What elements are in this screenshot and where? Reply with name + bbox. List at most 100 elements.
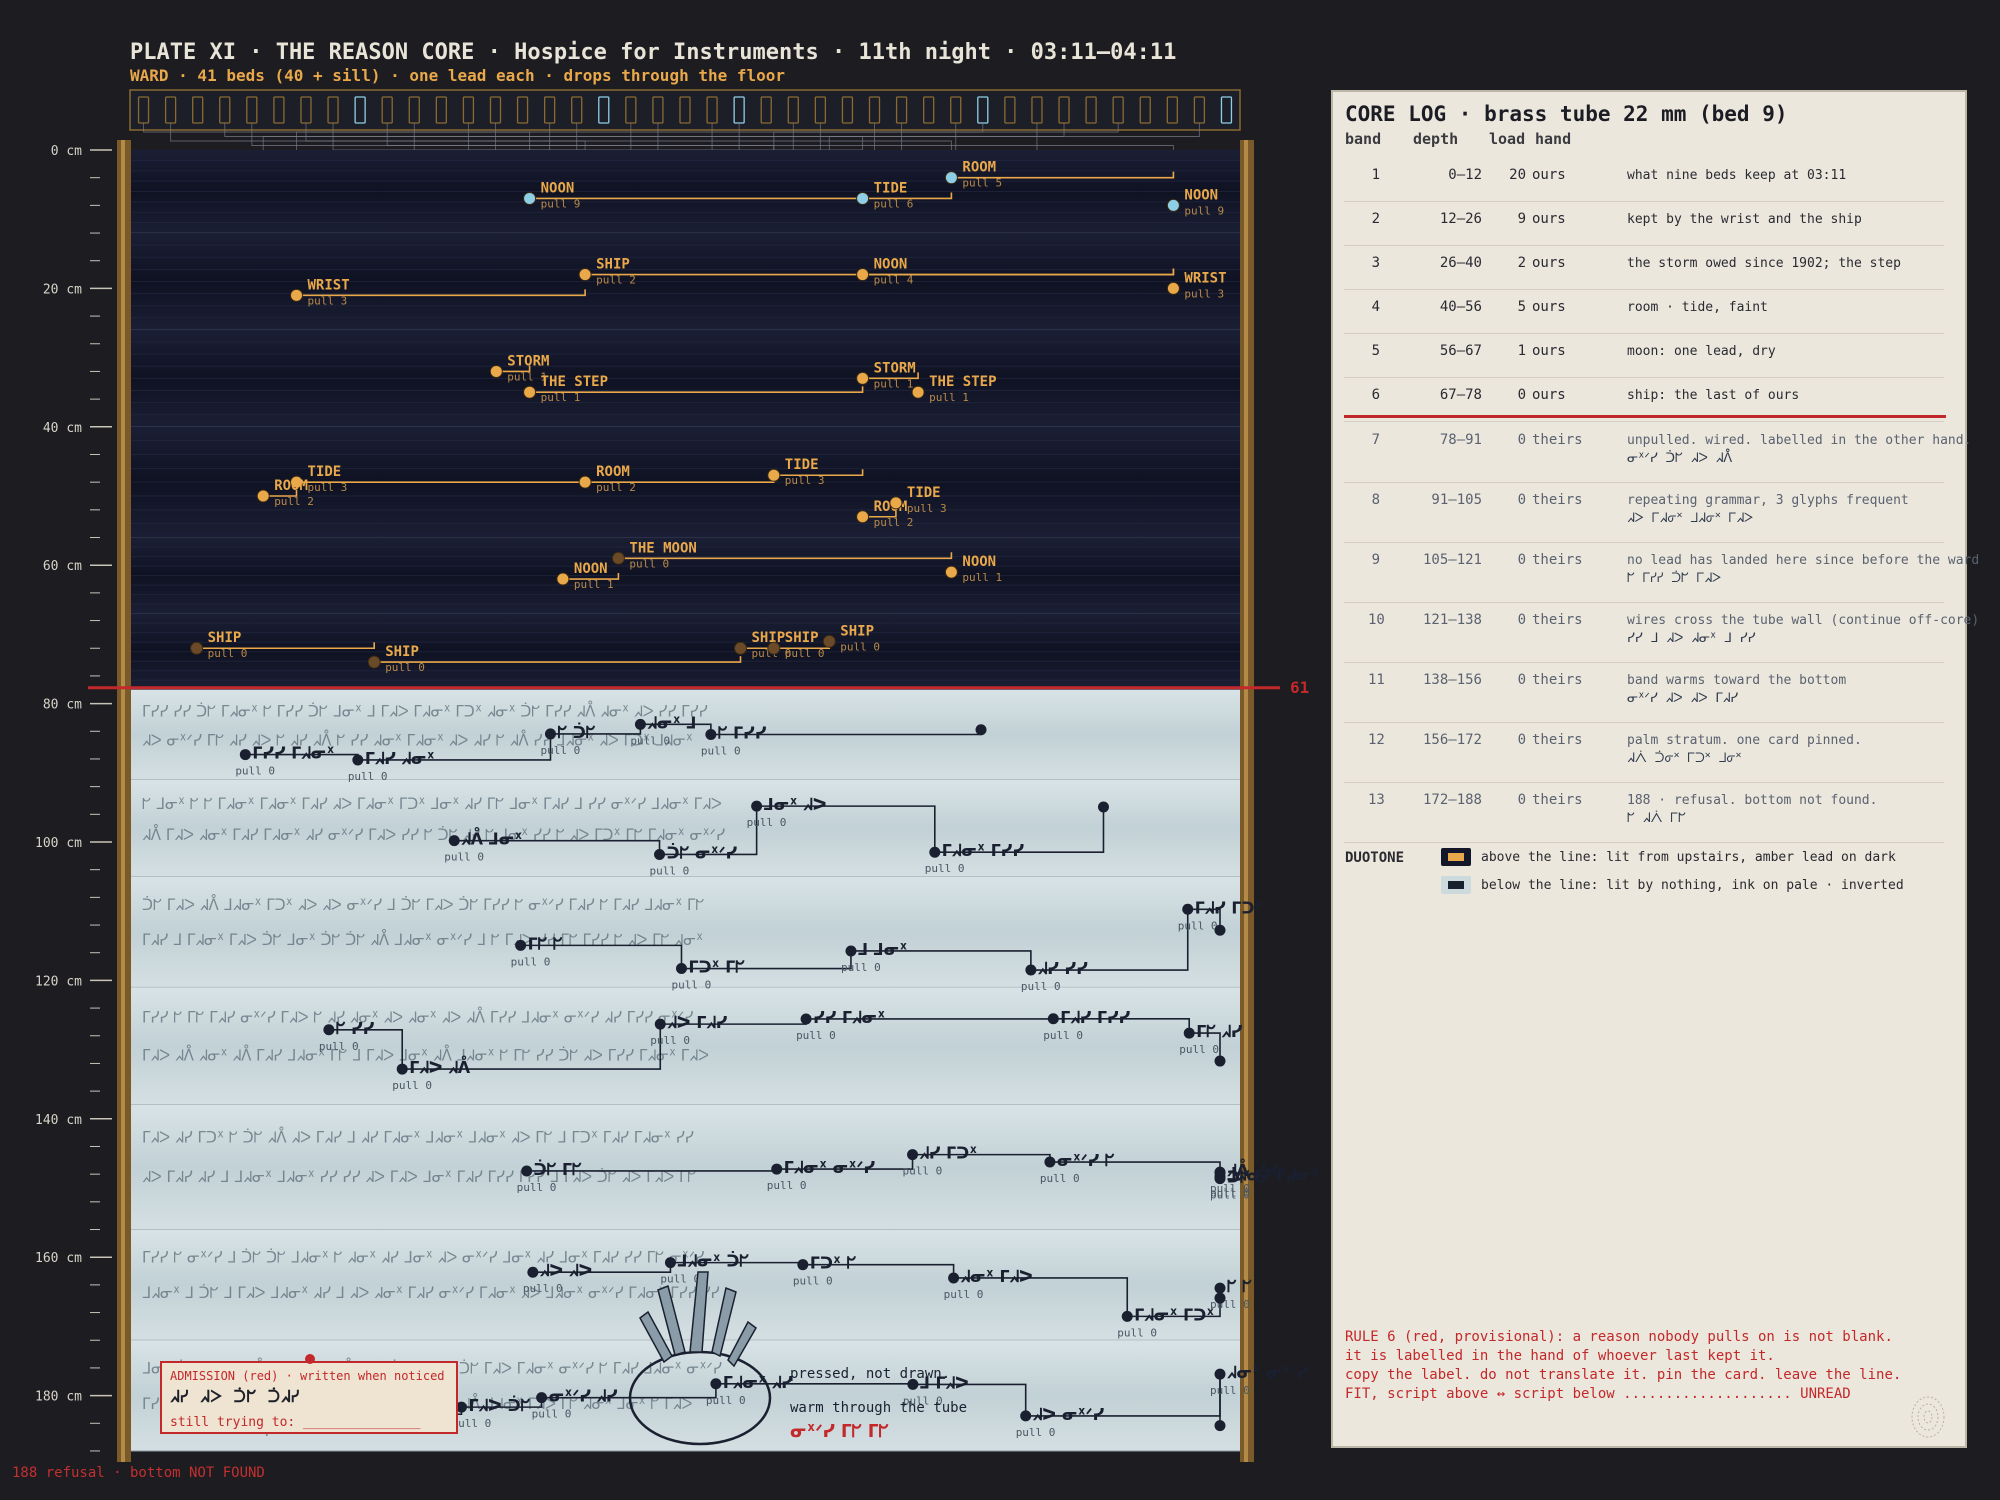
lead-pull: pull 0 (840, 640, 880, 653)
lead-word: THE STEP (541, 374, 608, 390)
log-cell-band: 6 (1371, 387, 1380, 403)
log-cell-load: 0 (1517, 732, 1526, 748)
glyph-node (527, 1266, 539, 1278)
glyph-label: ᖸ ᒥᓯᓯ (718, 724, 767, 743)
lead-dot (944, 171, 958, 185)
log-cell-depth: 26–40 (1439, 255, 1482, 271)
glyph-pull: pull 0 (517, 1181, 557, 1194)
background-glyph-row: ᒥᖽᐳ ᖽᓯ ᒥᑐᕽ ᖸ ᑑᖸ ᖽᐰ ᖽᐳ ᒥᖽᓯ ᒧ ᖽᓯ ᒥᖽᓂᕽ ᒧᖽᓂᕽ… (142, 1126, 694, 1146)
log-cell-band: 2 (1371, 211, 1380, 227)
lead-word: ROOM (962, 160, 996, 176)
glyph-node (1183, 1027, 1195, 1039)
log-cell-load: 9 (1517, 211, 1526, 227)
glyph-pull: pull 0 (392, 1079, 432, 1092)
lead-dot (856, 191, 870, 205)
glyph-node (1214, 1420, 1226, 1432)
lead-dot (523, 191, 537, 205)
lead-dot (367, 655, 381, 669)
fingerprint-smudge-icon (1911, 1396, 1945, 1438)
ward-frame (129, 89, 1241, 131)
log-cell-hand: ours (1532, 387, 1566, 403)
glyph-label: ᒥᖽᓂᕽ ᓂᕽᐟᓯ (784, 1158, 876, 1177)
lead-word: SHIP (840, 623, 874, 639)
glyph-node (654, 848, 666, 860)
glyph-node (751, 800, 763, 812)
glyph-label: ᒥᓯᓯ ᒥᖽᓂᕽ (252, 744, 334, 763)
lead-pull: pull 1 (874, 377, 914, 390)
lead-pull: pull 2 (596, 481, 636, 494)
glyph-node (705, 729, 717, 741)
lead-dot (767, 641, 781, 655)
admission-still-trying: still trying to: _______________ (170, 1415, 421, 1430)
glyph-label: ᒥᖽᐳ ᖽᐰ (409, 1055, 471, 1077)
log-cell-band: 10 (1368, 612, 1385, 628)
log-cell-depth: 12–26 (1439, 211, 1482, 227)
glyph-pull: pull 0 (511, 955, 551, 968)
lead-pull: pull 1 (541, 391, 581, 404)
log-cell-depth: 156–172 (1422, 732, 1482, 748)
log-cell-band: 7 (1371, 432, 1380, 448)
log-cell-note: ship: the last of ours (1627, 388, 1800, 403)
log-cell-hand: ours (1532, 299, 1566, 315)
axis-tick-label: 40 cm (43, 421, 82, 436)
glyph-label: ᒥᖽᓯ ᖽᓂᕽ (365, 749, 435, 768)
lead-word: ROOM (274, 478, 308, 494)
lead-word: STORM (507, 353, 549, 369)
glyph-node (1044, 1156, 1056, 1168)
lead-word: SHIP (752, 630, 786, 646)
log-cell-load: 0 (1517, 432, 1526, 448)
lead-dot (911, 385, 925, 399)
glyph-label: ᖸ ᓯᓯ (336, 1019, 375, 1038)
log-row: 8 91–105 0 theirs repeating grammar, 3 glyph… (1344, 482, 1944, 543)
lead-pull: pull 3 (785, 474, 825, 487)
glyph-label: ᖽᐳ ᓂᕽᐟᓯ (1033, 1405, 1105, 1424)
glyph-node (521, 1165, 533, 1177)
glyph-node (536, 1392, 548, 1404)
lead-pull: pull 2 (874, 516, 914, 529)
log-cell-note: the storm owed since 1902; the step (1627, 256, 1901, 271)
glyph-label: ᒥᖽᓂᕽ ᖽᓯ (723, 1373, 793, 1392)
log-cell-load: 0 (1517, 672, 1526, 688)
log-cell-glyphs: ᖸ ᒥᓯᓯ ᑑᖸ ᒥᖽᐳ (1627, 571, 1722, 586)
lead-pull: pull 9 (1184, 204, 1224, 217)
lead-pull: pull 9 (541, 197, 581, 210)
glyph-pull: pull 0 (701, 745, 741, 758)
glyph-pull: pull 0 (841, 961, 881, 974)
glyph-node (1182, 903, 1194, 915)
axis-tick-label: 20 cm (43, 282, 82, 297)
glyph-label: ᑑᖸ ᒥᖸ (534, 1160, 582, 1179)
log-cell-hand: theirs (1532, 492, 1583, 508)
glyph-pull: pull 0 (925, 862, 965, 875)
lead-word: SHIP (785, 630, 819, 646)
log-cell-load: 5 (1517, 299, 1526, 315)
log-cell-note: 188 · refusal. bottom not found. (1627, 793, 1878, 808)
log-cell-hand: theirs (1532, 732, 1583, 748)
lead-word: SHIP (208, 630, 242, 646)
glyph-node (675, 963, 687, 975)
log-row: 13 172–188 0 theirs 188 · refusal. bottom no… (1344, 782, 1944, 843)
log-row: 11 138–156 0 theirs band warms toward the bo… (1344, 662, 1944, 723)
glyph-label: ᑑᖸ ᓂᕽᐟᓯ (667, 843, 738, 862)
glyph-pull: pull 0 (532, 1408, 572, 1421)
lead-pull: pull 0 (629, 557, 669, 570)
glyph-pull: pull 0 (767, 1179, 807, 1192)
palm-text: warm through the tube (790, 1400, 967, 1416)
glyph-node (448, 835, 460, 847)
log-cell-hand: theirs (1532, 672, 1583, 688)
lead-word: NOON (541, 180, 575, 196)
glyph-label: ᖸ ᑑᖸ (557, 723, 595, 742)
palm-text: pressed, not drawn. (790, 1366, 950, 1382)
glyph-pull: pull 0 (1016, 1426, 1056, 1439)
log-cell-glyphs: ᖸ ᖽᐰ ᒥᖸ (1627, 811, 1686, 826)
glyph-pull: pull 0 (523, 1282, 563, 1295)
rule6-line: copy the label. do not translate it. pin… (1345, 1367, 1902, 1383)
glyph-pull: pull 0 (747, 816, 787, 829)
glyph-pull: pull 0 (1179, 1043, 1219, 1056)
glyph-node (396, 1063, 408, 1075)
glyph-label: ᖽᓂᕽ ᒧ (647, 713, 696, 732)
glyph-label: ᒧᖽᓂᕽ ᑑᖸ (677, 1252, 749, 1271)
log-cell-note: no lead has landed here since before the… (1627, 553, 1980, 568)
glyph-label: ᒥᖽᐳ ᑑᖸ (468, 1396, 530, 1415)
lead-word: NOON (962, 554, 996, 570)
reason-core: 0 cm 20 cm 40 cm 60 cm 80 cm 100 cm 120 cm 140 … (35, 89, 1320, 1462)
